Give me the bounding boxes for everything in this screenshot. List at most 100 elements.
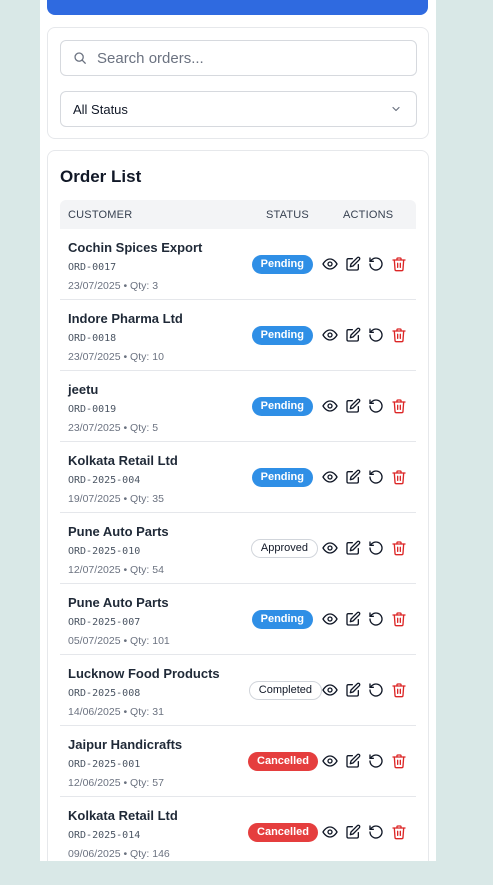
table-row: jeetu ORD-0019 23/07/2025 • Qty: 5 Pendi…	[60, 371, 416, 442]
status-badge: Cancelled	[248, 823, 318, 842]
customer-name: Pune Auto Parts	[68, 595, 169, 610]
refresh-icon[interactable]	[368, 824, 384, 840]
customer-name: jeetu	[68, 382, 99, 397]
status-badge: Pending	[251, 468, 313, 487]
eye-icon[interactable]	[322, 611, 338, 627]
order-id: ORD-2025-008	[68, 688, 141, 699]
table-header: CUSTOMER STATUS ACTIONS	[60, 200, 416, 229]
edit-icon[interactable]	[345, 753, 361, 769]
row-actions	[322, 611, 407, 627]
trash-icon[interactable]	[391, 753, 407, 769]
row-actions	[322, 256, 407, 272]
edit-icon[interactable]	[345, 824, 361, 840]
eye-icon[interactable]	[322, 398, 338, 414]
edit-icon[interactable]	[345, 469, 361, 485]
search-input[interactable]	[97, 49, 397, 67]
table-row: Kolkata Retail Ltd ORD-2025-014 09/06/20…	[60, 797, 416, 861]
order-date-qty: 12/06/2025 • Qty: 57	[68, 777, 164, 789]
edit-icon[interactable]	[345, 611, 361, 627]
order-date-qty: 12/07/2025 • Qty: 54	[68, 564, 164, 576]
table-row: Pune Auto Parts ORD-2025-010 12/07/2025 …	[60, 513, 416, 584]
order-rows: Cochin Spices Export ORD-0017 23/07/2025…	[60, 229, 416, 861]
trash-icon[interactable]	[391, 469, 407, 485]
order-id: ORD-2025-007	[68, 617, 141, 628]
trash-icon[interactable]	[391, 540, 407, 556]
search-box[interactable]	[60, 40, 417, 76]
refresh-icon[interactable]	[368, 682, 384, 698]
row-actions	[322, 540, 407, 556]
eye-icon[interactable]	[322, 256, 338, 272]
status-filter-value: All Status	[73, 101, 128, 117]
trash-icon[interactable]	[391, 824, 407, 840]
table-row: Jaipur Handicrafts ORD-2025-001 12/06/20…	[60, 726, 416, 797]
table-row: Pune Auto Parts ORD-2025-007 05/07/2025 …	[60, 584, 416, 655]
chevron-down-icon	[392, 106, 400, 112]
status-badge: Completed	[248, 681, 322, 700]
customer-name: Jaipur Handicrafts	[68, 737, 183, 752]
status-badge: Cancelled	[248, 752, 318, 771]
order-id: ORD-2025-010	[68, 546, 141, 557]
customer-name: Pune Auto Parts	[68, 524, 169, 539]
trash-icon[interactable]	[391, 682, 407, 698]
eye-icon[interactable]	[322, 824, 338, 840]
filter-card: All Status	[47, 27, 429, 139]
eye-icon[interactable]	[322, 327, 338, 343]
status-badge: Pending	[251, 397, 313, 416]
edit-icon[interactable]	[345, 256, 361, 272]
edit-icon[interactable]	[345, 682, 361, 698]
row-actions	[322, 398, 407, 414]
order-date-qty: 23/07/2025 • Qty: 10	[68, 351, 164, 363]
order-id: ORD-0019	[68, 404, 117, 415]
order-id: ORD-0018	[68, 333, 117, 344]
row-actions	[322, 824, 407, 840]
row-actions	[322, 682, 407, 698]
customer-name: Kolkata Retail Ltd	[68, 808, 178, 823]
order-id: ORD-2025-004	[68, 475, 141, 486]
status-badge: Approved	[250, 539, 318, 558]
search-icon	[74, 52, 86, 64]
table-row: Indore Pharma Ltd ORD-0018 23/07/2025 • …	[60, 300, 416, 371]
order-date-qty: 23/07/2025 • Qty: 3	[68, 280, 159, 292]
refresh-icon[interactable]	[368, 540, 384, 556]
customer-name: Indore Pharma Ltd	[68, 311, 183, 326]
trash-icon[interactable]	[391, 611, 407, 627]
trash-icon[interactable]	[391, 327, 407, 343]
customer-name: Lucknow Food Products	[68, 666, 220, 681]
table-row: Cochin Spices Export ORD-0017 23/07/2025…	[60, 229, 416, 300]
refresh-icon[interactable]	[368, 327, 384, 343]
main-panel: All Status Order List CUSTOMER STATUS AC…	[40, 0, 436, 861]
trash-icon[interactable]	[391, 256, 407, 272]
order-id: ORD-2025-014	[68, 830, 141, 841]
order-date-qty: 19/07/2025 • Qty: 35	[68, 493, 164, 505]
column-header-customer: CUSTOMER	[68, 209, 133, 221]
edit-icon[interactable]	[345, 327, 361, 343]
status-badge: Pending	[251, 255, 313, 274]
row-actions	[322, 327, 407, 343]
eye-icon[interactable]	[322, 682, 338, 698]
table-row: Lucknow Food Products ORD-2025-008 14/06…	[60, 655, 416, 726]
order-list-title: Order List	[60, 167, 142, 186]
refresh-icon[interactable]	[368, 753, 384, 769]
status-badge: Pending	[251, 610, 313, 629]
eye-icon[interactable]	[322, 469, 338, 485]
column-header-actions: ACTIONS	[343, 209, 394, 221]
order-list-card: Order List CUSTOMER STATUS ACTIONS Cochi…	[47, 150, 429, 861]
refresh-icon[interactable]	[368, 611, 384, 627]
status-filter-select[interactable]: All Status	[60, 91, 417, 127]
top-action-bar[interactable]	[47, 0, 428, 15]
order-id: ORD-2025-001	[68, 759, 141, 770]
edit-icon[interactable]	[345, 398, 361, 414]
row-actions	[322, 753, 407, 769]
order-date-qty: 23/07/2025 • Qty: 5	[68, 422, 159, 434]
refresh-icon[interactable]	[368, 256, 384, 272]
trash-icon[interactable]	[391, 398, 407, 414]
order-date-qty: 05/07/2025 • Qty: 101	[68, 635, 170, 647]
eye-icon[interactable]	[322, 540, 338, 556]
refresh-icon[interactable]	[368, 469, 384, 485]
status-badge: Pending	[251, 326, 313, 345]
table-row: Kolkata Retail Ltd ORD-2025-004 19/07/20…	[60, 442, 416, 513]
customer-name: Cochin Spices Export	[68, 240, 203, 255]
edit-icon[interactable]	[345, 540, 361, 556]
eye-icon[interactable]	[322, 753, 338, 769]
refresh-icon[interactable]	[368, 398, 384, 414]
